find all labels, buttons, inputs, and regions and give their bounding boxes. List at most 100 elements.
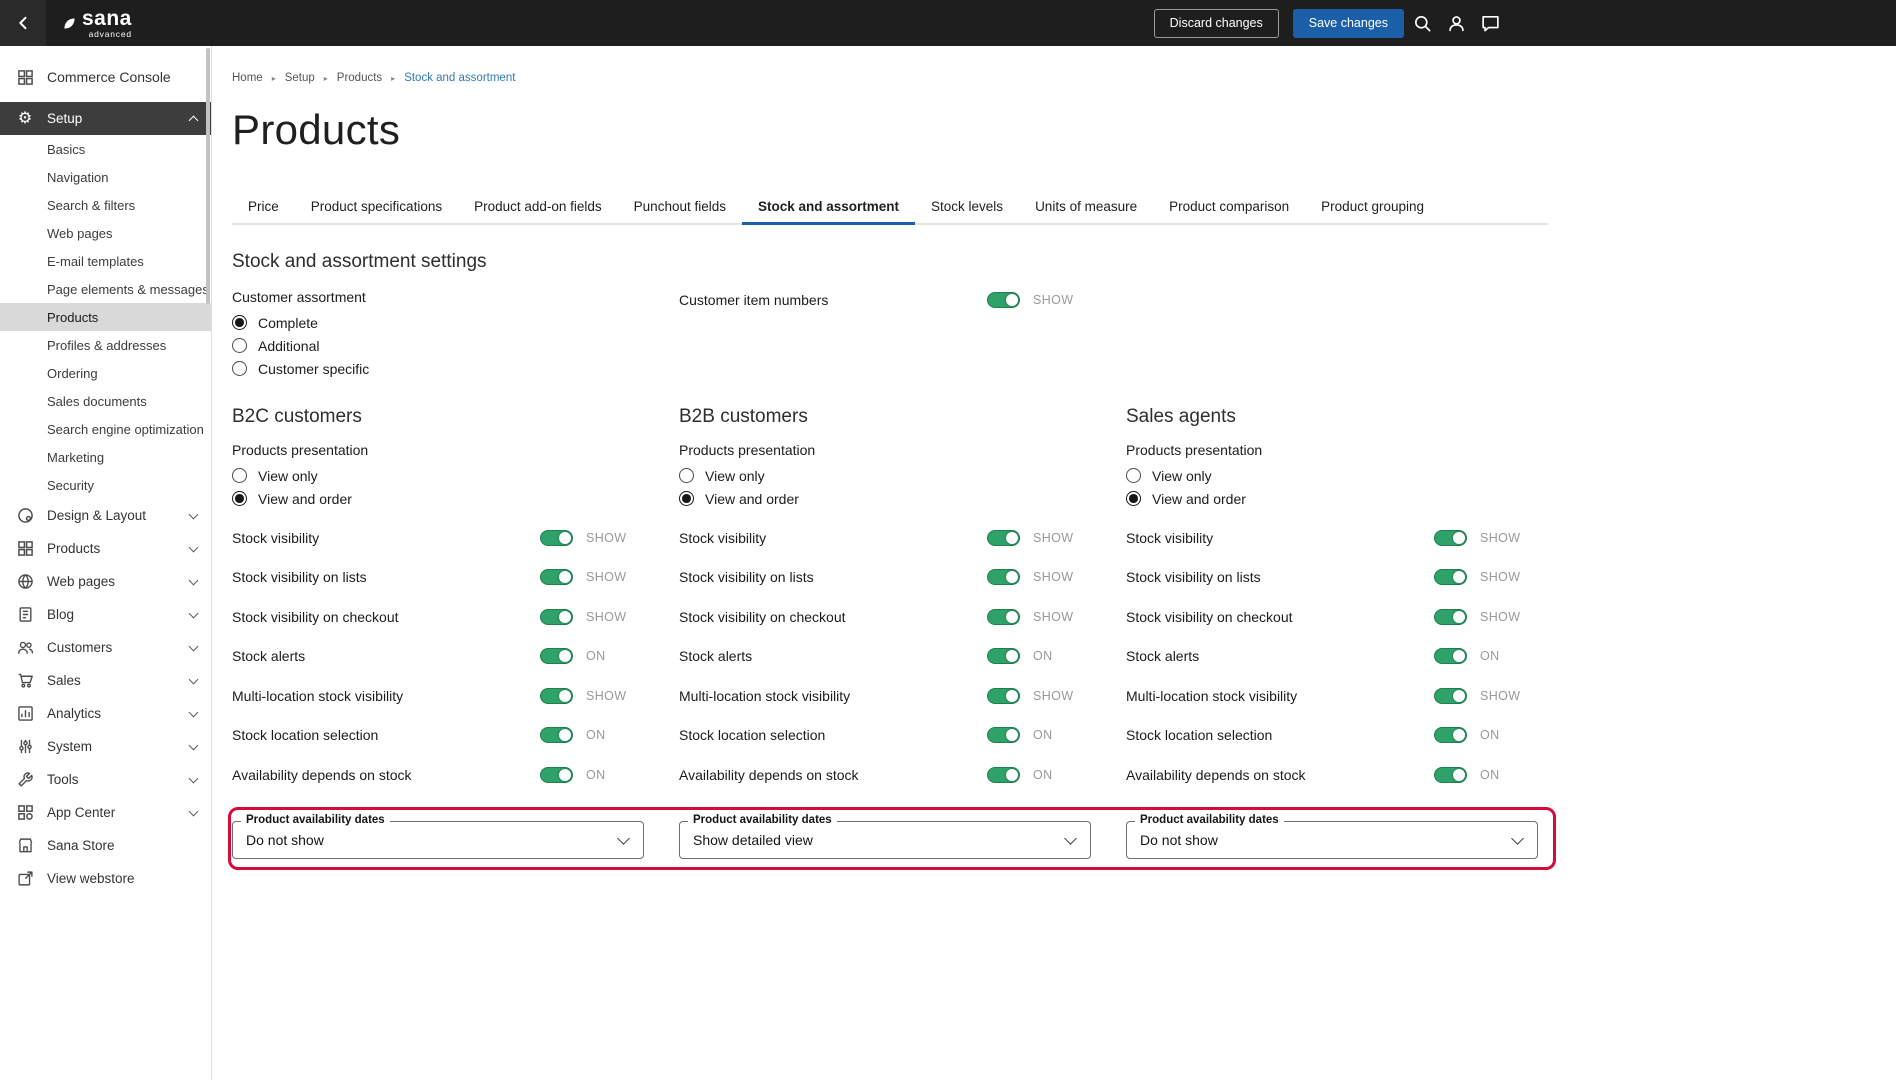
- toggle-switch[interactable]: [540, 648, 573, 665]
- sidebar-subitem-security[interactable]: Security: [0, 471, 211, 499]
- toggle-switch[interactable]: [1434, 648, 1467, 665]
- toggle-state-label: SHOW: [1033, 530, 1074, 545]
- tab-punchout-fields[interactable]: Punchout fields: [618, 194, 742, 223]
- toggle-switch[interactable]: [987, 687, 1020, 704]
- breadcrumb-setup[interactable]: Setup: [285, 72, 315, 84]
- radio-icon: [679, 468, 694, 483]
- radio-option-view-only[interactable]: View only: [232, 464, 679, 487]
- setting-label: Stock location selection: [1126, 727, 1273, 744]
- toggle-switch[interactable]: [987, 766, 1020, 783]
- customer-item-numbers-toggle[interactable]: [987, 292, 1020, 308]
- availability-dates-select-sales-agents[interactable]: Product availability dates Do not show: [1126, 813, 1538, 859]
- toggle-switch[interactable]: [987, 608, 1020, 625]
- toggle-switch[interactable]: [1434, 727, 1467, 744]
- sidebar-item-view-webstore[interactable]: View webstore: [0, 862, 211, 895]
- sidebar-scrollbar[interactable]: [206, 48, 210, 304]
- sidebar-subitem-profiles-addresses[interactable]: Profiles & addresses: [0, 331, 211, 359]
- toggle-switch[interactable]: [540, 569, 573, 586]
- sidebar-subitem-sales-documents[interactable]: Sales documents: [0, 387, 211, 415]
- toggle-switch[interactable]: [540, 529, 573, 546]
- toggle-settings-list: Stock visibility SHOW Stock visibility o…: [679, 518, 1126, 795]
- breadcrumb-current[interactable]: Stock and assortment: [404, 72, 515, 84]
- sidebar-item-analytics[interactable]: Analytics: [0, 697, 211, 730]
- sidebar-item-label: Commerce Console: [47, 69, 171, 85]
- sidebar-item-setup[interactable]: ⚙ Setup: [0, 102, 211, 135]
- toggle-switch[interactable]: [1434, 766, 1467, 783]
- search-button[interactable]: [1406, 7, 1438, 39]
- sidebar-item-sana-store[interactable]: Sana Store: [0, 829, 211, 862]
- sidebar-subitem-basics[interactable]: Basics: [0, 135, 211, 163]
- radio-option-view-and-order[interactable]: View and order: [679, 487, 1126, 510]
- radio-option-view-only[interactable]: View only: [1126, 464, 1546, 487]
- sidebar-subitem-page-elements[interactable]: Page elements & messages: [0, 275, 211, 303]
- column-b2b-customers: B2B customers Products presentation View…: [679, 406, 1126, 795]
- radio-icon: [232, 361, 247, 376]
- sidebar-item-tools[interactable]: Tools: [0, 763, 211, 796]
- discard-changes-button[interactable]: Discard changes: [1153, 8, 1279, 38]
- radio-label: View only: [258, 467, 318, 484]
- toggle-switch[interactable]: [1434, 608, 1467, 625]
- sidebar-subitem-products[interactable]: Products: [0, 303, 211, 331]
- back-button[interactable]: [0, 0, 46, 46]
- radio-option-view-and-order[interactable]: View and order: [232, 487, 679, 510]
- sidebar-item-customers[interactable]: Customers: [0, 631, 211, 664]
- sidebar-item-blog[interactable]: Blog: [0, 598, 211, 631]
- user-account-button[interactable]: [1440, 7, 1472, 39]
- toggle-switch[interactable]: [987, 529, 1020, 546]
- setting-row-customer-item-numbers: Customer item numbers SHOW: [679, 289, 1126, 311]
- radio-option-view-only[interactable]: View only: [679, 464, 1126, 487]
- save-changes-button[interactable]: Save changes: [1292, 8, 1404, 38]
- toggle-switch[interactable]: [540, 687, 573, 704]
- toggle-switch[interactable]: [987, 569, 1020, 586]
- setting-label: Stock alerts: [1126, 648, 1200, 665]
- sidebar-subitem-search-filters[interactable]: Search & filters: [0, 191, 211, 219]
- sidebar-item-design-layout[interactable]: Design & Layout: [0, 499, 211, 532]
- sidebar-item-sales[interactable]: Sales: [0, 664, 211, 697]
- toggle-state-label: ON: [1480, 767, 1500, 782]
- sidebar-item-system[interactable]: System: [0, 730, 211, 763]
- sidebar-subitem-ordering[interactable]: Ordering: [0, 359, 211, 387]
- radio-option-complete[interactable]: Complete: [232, 311, 679, 334]
- sidebar-subitem-marketing[interactable]: Marketing: [0, 443, 211, 471]
- sidebar-subitem-web-pages[interactable]: Web pages: [0, 219, 211, 247]
- toggle-switch[interactable]: [1434, 529, 1467, 546]
- feedback-button[interactable]: [1474, 7, 1506, 39]
- sliders-icon: [18, 739, 32, 754]
- tab-product-specifications[interactable]: Product specifications: [295, 194, 458, 223]
- sidebar-item-app-center[interactable]: App Center: [0, 796, 211, 829]
- breadcrumb-products[interactable]: Products: [337, 72, 382, 84]
- sidebar-subitem-email-templates[interactable]: E-mail templates: [0, 247, 211, 275]
- availability-dates-select-b2c[interactable]: Product availability dates Do not show: [232, 813, 644, 859]
- breadcrumb-separator-icon: ▸: [323, 73, 328, 83]
- tab-product-grouping[interactable]: Product grouping: [1305, 194, 1440, 223]
- radio-option-view-and-order[interactable]: View and order: [1126, 487, 1546, 510]
- tab-bar: Price Product specifications Product add…: [232, 194, 1548, 225]
- toggle-switch[interactable]: [540, 766, 573, 783]
- toggle-switch[interactable]: [540, 608, 573, 625]
- tab-stock-and-assortment[interactable]: Stock and assortment: [741, 194, 916, 225]
- tab-price[interactable]: Price: [232, 194, 295, 223]
- radio-option-additional[interactable]: Additional: [232, 334, 679, 357]
- toggle-switch[interactable]: [1434, 569, 1467, 586]
- breadcrumb-home[interactable]: Home: [232, 72, 263, 84]
- sidebar-item-web-pages[interactable]: Web pages: [0, 565, 211, 598]
- gear-icon: ⚙: [17, 109, 33, 127]
- sidebar-item-products[interactable]: Products: [0, 532, 211, 565]
- availability-dates-select-b2b[interactable]: Product availability dates Show detailed…: [679, 813, 1091, 859]
- sidebar-subitem-seo[interactable]: Search engine optimization: [0, 415, 211, 443]
- user-icon: [1448, 15, 1464, 31]
- toggle-switch[interactable]: [1434, 687, 1467, 704]
- tab-product-comparison[interactable]: Product comparison: [1153, 194, 1305, 223]
- toggle-switch[interactable]: [987, 727, 1020, 744]
- sidebar-item-label: Tools: [47, 772, 79, 787]
- topbar-actions: Discard changes Save changes: [1153, 7, 1506, 39]
- toggle-switch[interactable]: [987, 648, 1020, 665]
- tab-units-of-measure[interactable]: Units of measure: [1019, 194, 1153, 223]
- radio-option-customer-specific[interactable]: Customer specific: [232, 357, 679, 380]
- customer-assortment-group: Customer assortment Complete Additional …: [232, 289, 679, 380]
- toggle-switch[interactable]: [540, 727, 573, 744]
- sidebar-item-commerce-console[interactable]: Commerce Console: [0, 56, 211, 98]
- sidebar-subitem-navigation[interactable]: Navigation: [0, 163, 211, 191]
- tab-product-add-on-fields[interactable]: Product add-on fields: [458, 194, 618, 223]
- tab-stock-levels[interactable]: Stock levels: [915, 194, 1019, 223]
